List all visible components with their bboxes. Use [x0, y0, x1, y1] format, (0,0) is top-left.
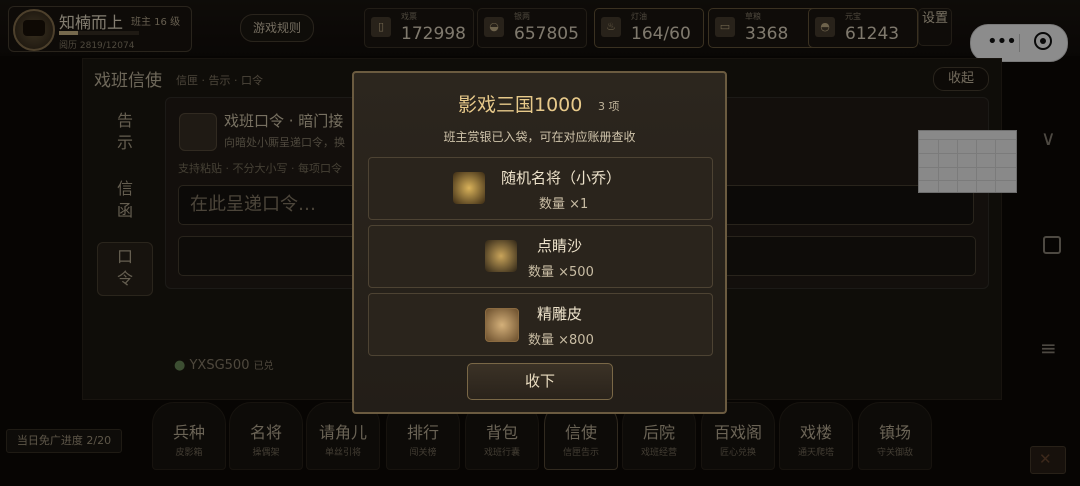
reward-item: 点睛沙 数量 ×500	[368, 225, 713, 288]
modal-message: 班主赏银已入袋，可在对应账册查收	[443, 130, 636, 144]
modal-item-count: 3 项	[598, 100, 620, 113]
reward-qty: 数量 ×1	[539, 197, 589, 212]
leather-icon	[485, 308, 519, 342]
sparkle-sand-icon	[485, 240, 517, 272]
reward-qty: 数量 ×800	[528, 333, 594, 348]
modal-title: 影戏三国1000	[458, 94, 583, 116]
confirm-button[interactable]: 收下	[467, 363, 613, 400]
reward-name: 随机名将（小乔）	[501, 169, 622, 187]
reward-item: 精雕皮 数量 ×800	[368, 293, 713, 356]
reward-item: 随机名将（小乔） 数量 ×1	[368, 157, 713, 220]
reward-name: 精雕皮	[537, 305, 583, 323]
general-portrait-icon	[453, 172, 485, 204]
reward-name: 点睛沙	[537, 237, 583, 255]
reward-qty: 数量 ×500	[528, 265, 594, 280]
